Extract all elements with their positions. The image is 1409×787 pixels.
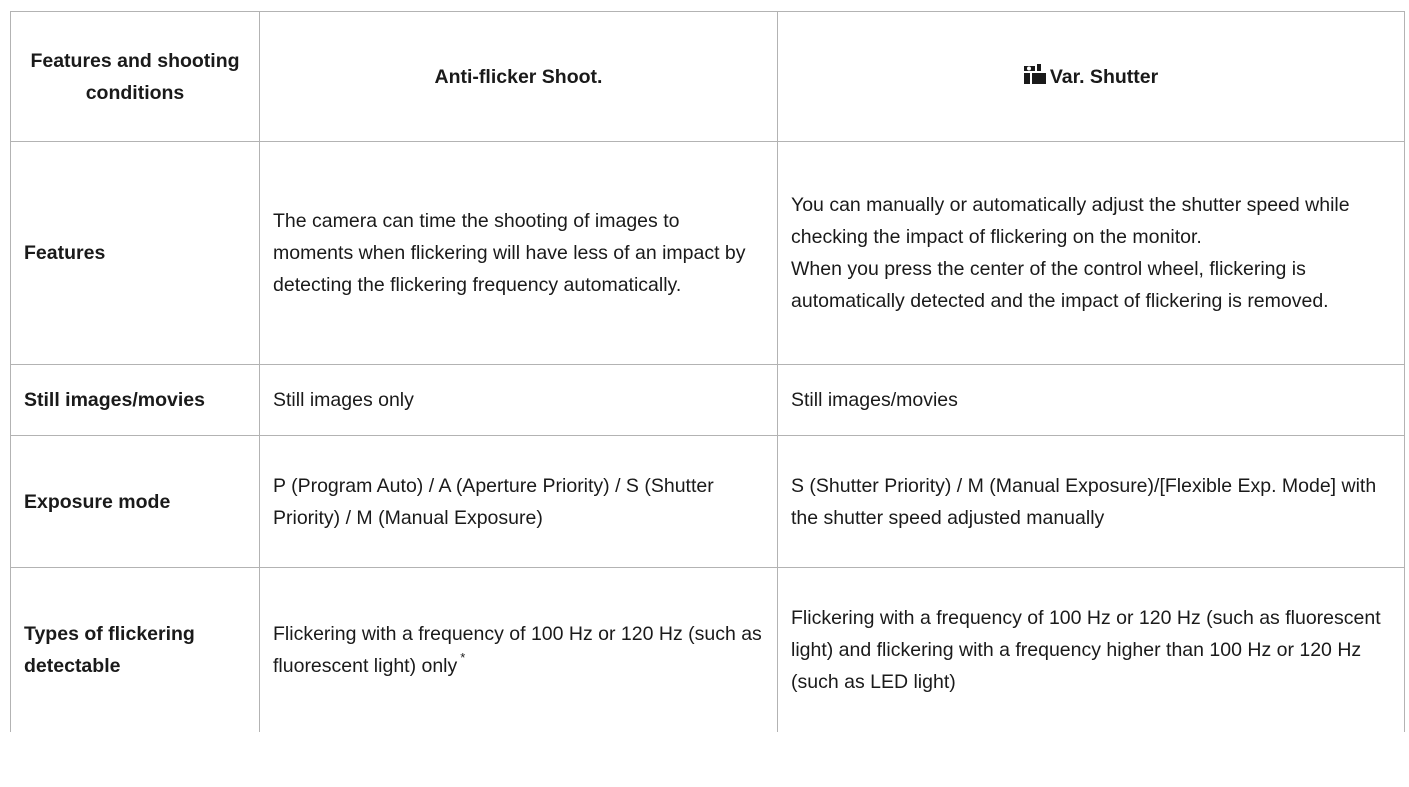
cell-anti-flicker: Flickering with a frequency of 100 Hz or… [259,567,778,732]
row-label: Features [10,141,260,365]
cell-anti-flicker: Still images only [259,364,778,436]
var-shutter-text-1: You can manually or automatically adjust… [791,194,1350,248]
anti-flicker-text: Flickering with a frequency of 100 Hz or… [273,623,762,677]
row-label: Types of flickering detectable [10,567,260,732]
row-label: Still images/movies [10,364,260,436]
header-features-and-conditions: Features and shooting conditions [10,11,260,142]
cell-anti-flicker: The camera can time the shooting of imag… [259,141,778,365]
header-var-shutter: Var. Shutter [777,11,1405,142]
variable-shutter-icon [1023,63,1046,84]
cell-var-shutter: Still images/movies [777,364,1405,436]
comparison-table: Features and shooting conditions Anti-fl… [10,11,1405,732]
header-var-shutter-label: Var. Shutter [1049,65,1159,88]
header-anti-flicker-shoot: Anti-flicker Shoot. [259,11,778,142]
table-row: Features The camera can time the shootin… [10,141,1405,365]
cell-var-shutter: Flickering with a frequency of 100 Hz or… [777,567,1405,732]
cell-var-shutter: S (Shutter Priority) / M (Manual Exposur… [777,435,1405,568]
var-shutter-text-2: When you press the center of the control… [791,258,1329,312]
table-row: Types of flickering detectable Flickerin… [10,567,1405,732]
table-row: Exposure mode P (Program Auto) / A (Aper… [10,435,1405,568]
cell-var-shutter: You can manually or automatically adjust… [777,141,1405,365]
table-row: Still images/movies Still images only St… [10,364,1405,436]
footnote-marker[interactable]: * [460,650,465,665]
header-row: Features and shooting conditions Anti-fl… [10,11,1405,142]
row-label: Exposure mode [10,435,260,568]
cell-anti-flicker: P (Program Auto) / A (Aperture Priority)… [259,435,778,568]
